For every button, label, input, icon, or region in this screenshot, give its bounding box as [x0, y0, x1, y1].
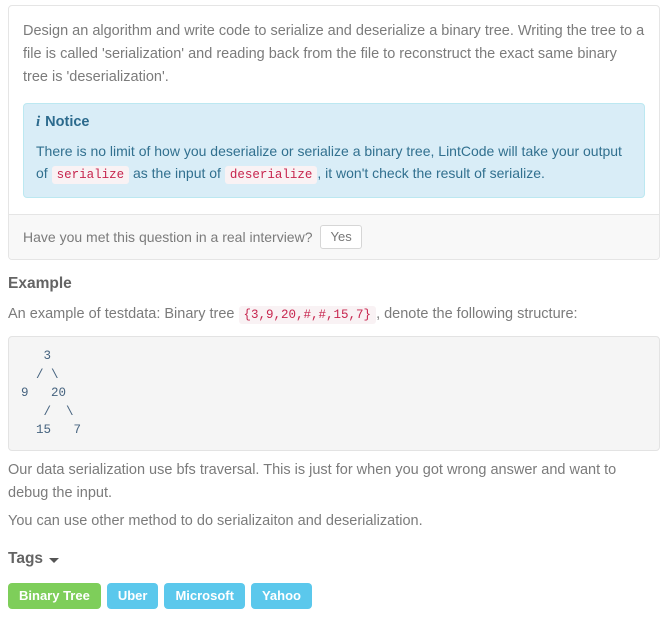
tag-badge[interactable]: Microsoft: [164, 583, 245, 609]
binary-tree-ascii-diagram: 3 / \ 9 20 / \ 15 7: [8, 336, 660, 451]
interview-question-label: Have you met this question in a real int…: [23, 229, 313, 245]
example-note1-wrap: Our data serialization use bfs traversal…: [8, 459, 660, 505]
inline-code-deserialize: deserialize: [224, 166, 318, 184]
description-panel: Design an algorithm and write code to se…: [8, 5, 660, 260]
serialization-note-text: Our data serialization use bfs traversal…: [8, 462, 617, 501]
tags-header[interactable]: Tags: [8, 550, 660, 568]
problem-description-page: Design an algorithm and write code to se…: [0, 0, 668, 625]
notice-body-text: There is no limit of how you deserialize…: [36, 140, 632, 186]
tags-section: Tags: [8, 550, 660, 568]
example-intro-part1: An example of testdata: Binary tree: [8, 306, 235, 322]
tags-list-wrap: Binary Tree Uber Microsoft Yahoo: [8, 583, 660, 609]
notice-title-label: Notice: [45, 114, 90, 130]
example-intro-part2: , denote the following structure:: [376, 306, 578, 322]
notice-title: i Notice: [36, 114, 632, 131]
inline-code-testdata: {3,9,20,#,#,15,7}: [238, 306, 377, 324]
example-heading: Example: [8, 275, 72, 292]
example-intro-text: An example of testdata: Binary tree {3,9…: [8, 303, 660, 327]
tree-diagram-wrap: 3 / \ 9 20 / \ 15 7: [8, 336, 660, 451]
alternate-method-note-text: You can use other method to do serializa…: [8, 513, 423, 529]
description-panel-body: Design an algorithm and write code to se…: [9, 6, 659, 214]
notice-text-part2: as the input of: [132, 165, 221, 181]
tag-badge[interactable]: Uber: [106, 583, 159, 609]
notice-box: i Notice There is no limit of how you de…: [23, 103, 645, 198]
tag-badge[interactable]: Yahoo: [250, 583, 312, 609]
interview-yes-button[interactable]: Yes: [320, 225, 362, 249]
notice-text-part3: , it won't check the result of serialize…: [317, 165, 545, 181]
example-section-heading-wrap: Example: [8, 275, 660, 293]
info-icon: i: [36, 114, 41, 130]
example-note2-wrap: You can use other method to do serializa…: [8, 510, 660, 533]
tag-list: Binary Tree Uber Microsoft Yahoo: [8, 583, 660, 609]
example-intro-wrap: An example of testdata: Binary tree {3,9…: [8, 303, 660, 327]
description-panel-footer: Have you met this question in a real int…: [9, 214, 659, 259]
tag-badge[interactable]: Binary Tree: [8, 583, 101, 609]
problem-description-text: Design an algorithm and write code to se…: [23, 23, 645, 85]
chevron-down-icon[interactable]: [49, 557, 60, 563]
inline-code-serialize: serialize: [51, 166, 130, 184]
tags-heading: Tags: [8, 550, 44, 567]
